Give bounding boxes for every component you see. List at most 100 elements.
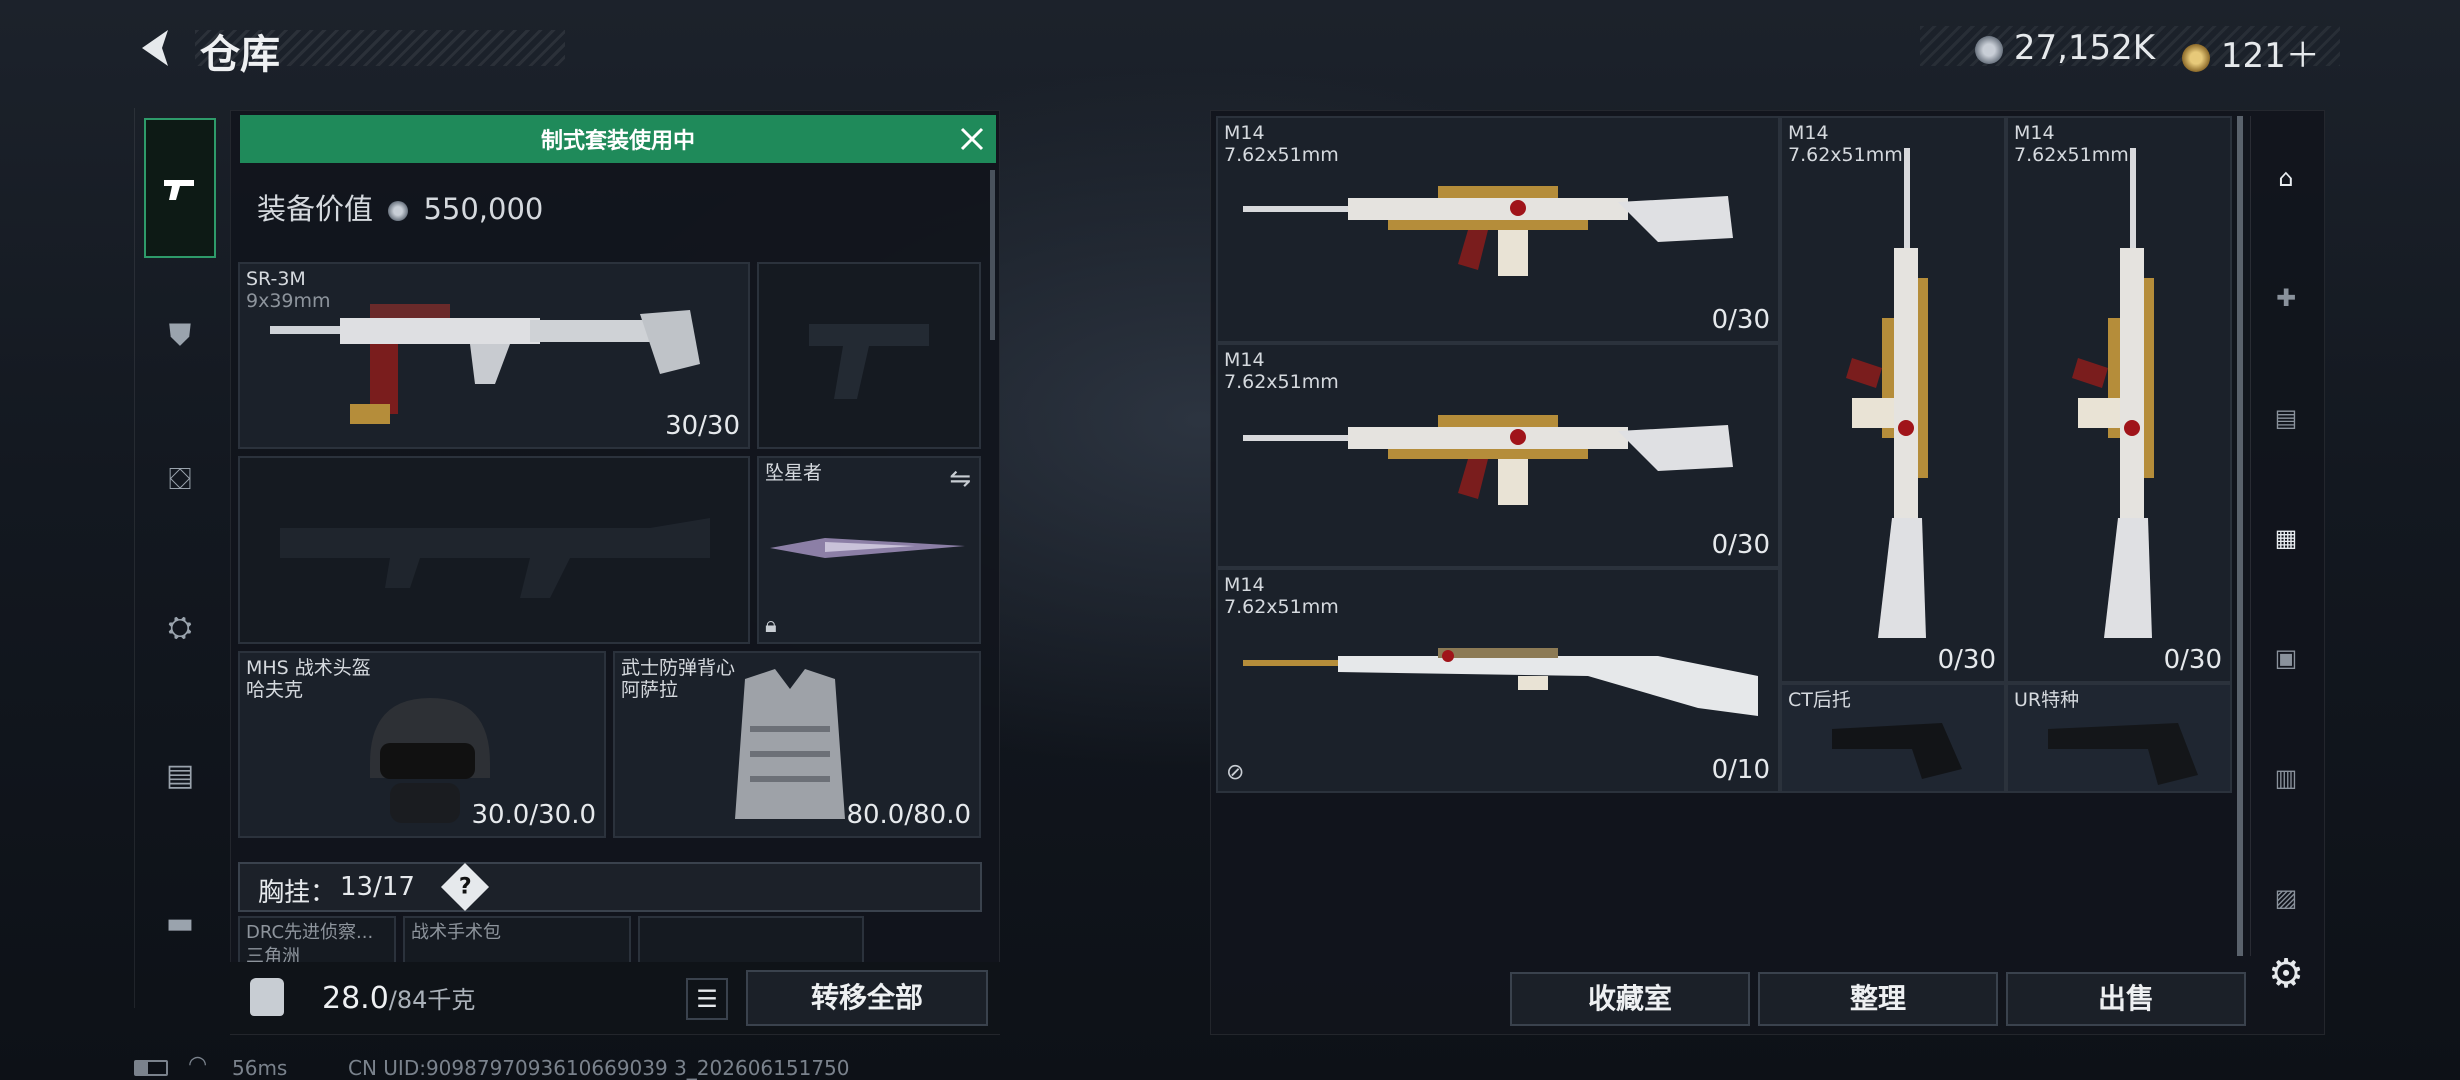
container-selected-icon: ▦ bbox=[2274, 524, 2298, 552]
rig-label: 胸挂： bbox=[258, 878, 337, 908]
m14-classic-rifle-image bbox=[1243, 648, 1758, 716]
melee-slot[interactable]: 坠星者 ⇋ 🔒︎ bbox=[757, 456, 981, 644]
stock-image bbox=[1832, 723, 1962, 779]
battery-icon bbox=[134, 1060, 168, 1076]
storage-item-m14-1[interactable]: M14 7.62x51mm 0/30 bbox=[1216, 116, 1780, 343]
crate-icon: ▨ bbox=[2274, 884, 2298, 912]
close-icon bbox=[960, 127, 984, 151]
item-name: CT后托 bbox=[1788, 689, 1851, 711]
nav-tab-bag[interactable]: ⛭ bbox=[160, 608, 200, 648]
stock-image bbox=[2048, 723, 2198, 785]
chest-rig-bar[interactable]: 胸挂： 13/17 ? bbox=[238, 862, 982, 912]
vest-image bbox=[735, 669, 845, 819]
bag-icon: ⛭ bbox=[168, 610, 192, 645]
rig-count: 13/17 bbox=[340, 872, 415, 902]
silver-coin-icon bbox=[1975, 35, 2003, 64]
rifle-image bbox=[270, 304, 700, 424]
close-button[interactable] bbox=[956, 123, 988, 155]
toolbox-icon: ▬ bbox=[165, 906, 195, 941]
silver-coin-icon bbox=[388, 201, 409, 221]
armor-slot[interactable]: 武士防弹背心 阿萨拉 80.0/80.0 bbox=[613, 651, 981, 838]
pistol-placeholder-icon bbox=[809, 324, 929, 399]
storage-scrollbar[interactable] bbox=[2237, 116, 2243, 956]
transfer-all-button[interactable]: 转移全部 bbox=[746, 970, 988, 1026]
backpack-icon: ⛋ bbox=[168, 462, 192, 497]
nav-tab-toolbox[interactable]: ▬ bbox=[160, 904, 200, 944]
storage-tab-5[interactable]: ▣ bbox=[2258, 630, 2314, 686]
pistol-slot[interactable] bbox=[757, 262, 981, 449]
sell-button[interactable]: 出售 bbox=[2006, 972, 2246, 1026]
storage-item-ur-stock[interactable]: UR特种 bbox=[2006, 683, 2232, 793]
storage-tab-4b[interactable]: ▥ bbox=[2258, 750, 2314, 806]
item-name: M14 bbox=[1224, 349, 1265, 371]
rig-item-3[interactable] bbox=[638, 916, 864, 964]
storage-item-ct-stock[interactable]: CT后托 bbox=[1780, 683, 2006, 793]
list-view-button[interactable]: ☰ bbox=[686, 978, 728, 1020]
help-icon[interactable]: ? bbox=[440, 862, 490, 912]
uid-text: CN UID:9098797093610669039 3_20260615175… bbox=[348, 1056, 850, 1080]
secondary-weapon-slot[interactable] bbox=[238, 456, 750, 644]
storage-tab-4[interactable]: ✚ bbox=[2258, 270, 2314, 326]
back-arrow-icon bbox=[142, 30, 168, 66]
back-button[interactable] bbox=[132, 24, 180, 72]
storage-tab-home[interactable]: ⌂ bbox=[2258, 150, 2314, 206]
storage-item-m14-5[interactable]: M14 7.62x51mm 0/30 bbox=[2006, 116, 2232, 683]
item-count: 0/30 bbox=[2163, 645, 2222, 675]
nav-tab-armor[interactable]: ⛊ bbox=[160, 316, 200, 356]
m14-rifle-vertical-image bbox=[2072, 148, 2154, 638]
primary-weapon-slot[interactable]: SR-3M 9x39mm 30/30 bbox=[238, 262, 750, 449]
weight-icon bbox=[250, 978, 284, 1016]
storage-tab-3c[interactable]: ▨ bbox=[2258, 870, 2314, 926]
melee-name: 坠星者 bbox=[765, 462, 823, 484]
item-count: 0/30 bbox=[1711, 305, 1770, 335]
safe-icon: ⌂ bbox=[2278, 164, 2294, 192]
pistol-icon bbox=[160, 168, 200, 208]
helmet-type: MHS 战术头盔 bbox=[246, 657, 371, 679]
container-icon: ▤ bbox=[2274, 404, 2298, 432]
nav-tab-container[interactable]: ▤ bbox=[160, 756, 200, 796]
knife-image bbox=[770, 538, 965, 558]
item-caliber: 7.62x51mm bbox=[1224, 596, 1339, 618]
armor-type: 武士防弹背心 bbox=[621, 657, 736, 679]
item-count: 0/30 bbox=[1937, 645, 1996, 675]
rig-item-2[interactable]: 战术手术包 bbox=[403, 916, 631, 964]
m14-rifle-image bbox=[1243, 186, 1733, 276]
weight-max: /84千克 bbox=[388, 986, 476, 1014]
collection-button[interactable]: 收藏室 bbox=[1510, 972, 1750, 1026]
storage-item-m14-3[interactable]: M14 7.62x51mm ⊘ 0/10 bbox=[1216, 568, 1780, 793]
vest-icon: ⛊ bbox=[168, 318, 192, 353]
case-icon: ▥ bbox=[2274, 764, 2298, 792]
banner-text: 制式套装使用中 bbox=[540, 129, 695, 154]
currency-silver: 27,152K bbox=[1975, 28, 2155, 68]
medkit-add-icon: ✚ bbox=[2275, 284, 2297, 312]
lock-icon: 🔒︎ bbox=[765, 613, 777, 638]
wifi-icon: ◠ bbox=[188, 1052, 208, 1077]
armor-name: 阿萨拉 bbox=[621, 679, 679, 701]
storage-tab-3[interactable]: ▤ bbox=[2258, 390, 2314, 446]
equip-value-amount: 550,000 bbox=[423, 192, 544, 226]
page-title: 仓库 bbox=[200, 32, 280, 78]
m14-rifle-image bbox=[1243, 415, 1733, 505]
settings-button[interactable]: ⚙ bbox=[2262, 950, 2310, 998]
ammo-count: 30/30 bbox=[665, 411, 740, 441]
box-icon: ▣ bbox=[2274, 644, 2298, 672]
no-attach-icon: ⊘ bbox=[1226, 760, 1245, 785]
scrollbar[interactable] bbox=[990, 170, 995, 340]
helmet-slot[interactable]: MHS 战术头盔 哈夫克 30.0/30.0 bbox=[238, 651, 606, 838]
gold-coin-icon bbox=[2182, 43, 2210, 72]
nav-tab-backpack[interactable]: ⛋ bbox=[160, 460, 200, 500]
storage-tab-3b[interactable]: ▦ bbox=[2258, 510, 2314, 566]
currency-gold: 121＋ bbox=[2182, 28, 2320, 77]
storage-item-m14-4[interactable]: M14 7.62x51mm 0/30 bbox=[1780, 116, 2006, 683]
rig-item-1[interactable]: DRC先进侦察... 三角洲 bbox=[238, 916, 396, 967]
ping-text: 56ms bbox=[232, 1056, 288, 1080]
rig-item-name: DRC先进侦察... bbox=[246, 922, 374, 943]
container-icon: ▤ bbox=[165, 758, 195, 793]
equip-value-label: 装备价值 bbox=[257, 192, 374, 226]
gear-icon: ⚙ bbox=[2268, 951, 2304, 997]
swap-icon[interactable]: ⇋ bbox=[949, 464, 971, 494]
organize-button[interactable]: 整理 bbox=[1758, 972, 1998, 1026]
item-count: 0/10 bbox=[1711, 755, 1770, 785]
storage-item-m14-2[interactable]: M14 7.62x51mm 0/30 bbox=[1216, 343, 1780, 568]
helmet-name: 哈夫克 bbox=[246, 679, 304, 701]
